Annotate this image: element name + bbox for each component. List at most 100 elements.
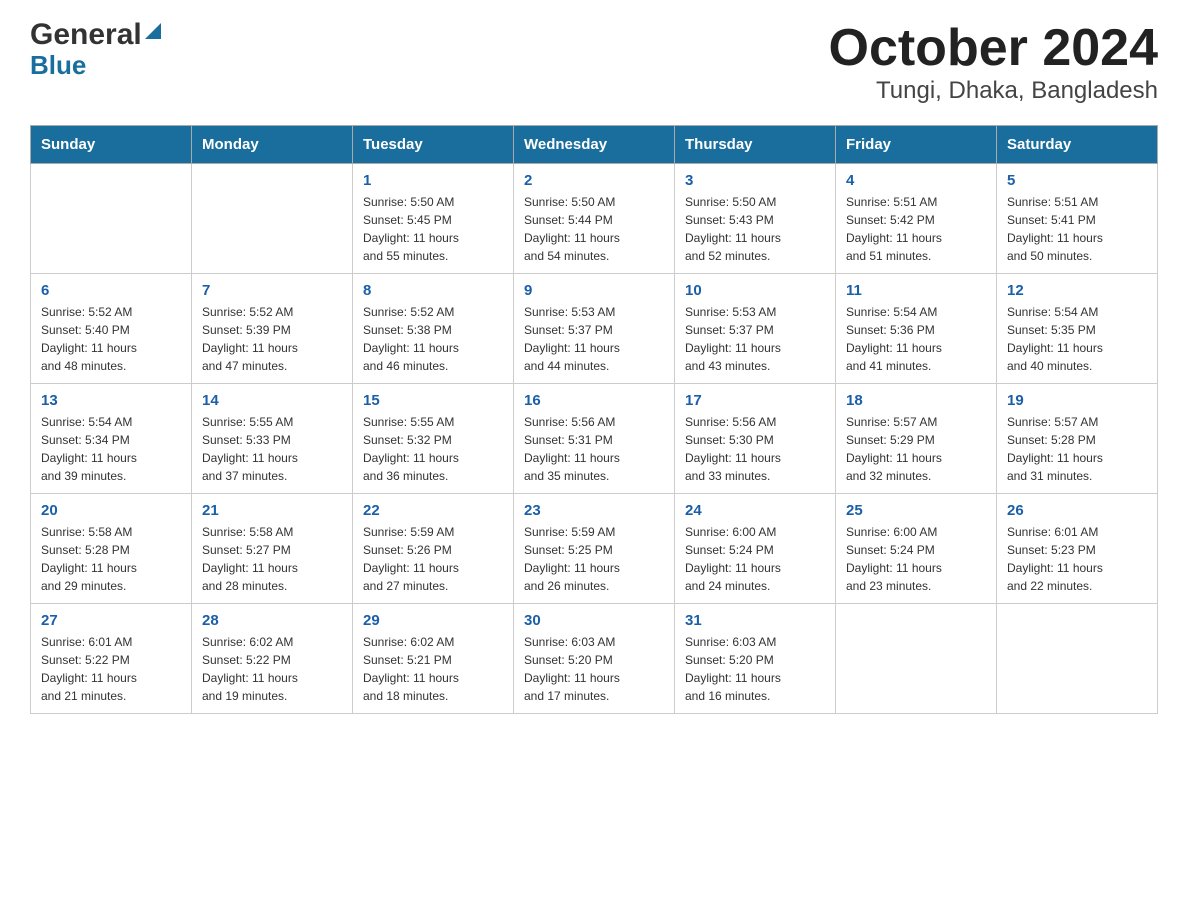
calendar-cell: 23 Sunrise: 5:59 AMSunset: 5:25 PMDayligh… bbox=[514, 494, 675, 604]
col-monday: Monday bbox=[192, 126, 353, 164]
calendar-cell: 10 Sunrise: 5:53 AMSunset: 5:37 PMDayligh… bbox=[675, 274, 836, 384]
calendar-cell bbox=[997, 604, 1158, 714]
calendar-cell: 1 Sunrise: 5:50 AMSunset: 5:45 PMDaylight… bbox=[353, 164, 514, 274]
day-info: Sunrise: 6:01 AMSunset: 5:22 PMDaylight:… bbox=[41, 633, 181, 705]
calendar-week-row: 6 Sunrise: 5:52 AMSunset: 5:40 PMDaylight… bbox=[31, 274, 1158, 384]
calendar-cell: 27Sunrise: 6:01 AMSunset: 5:22 PMDayligh… bbox=[31, 604, 192, 714]
col-wednesday: Wednesday bbox=[514, 126, 675, 164]
day-info: Sunrise: 6:02 AMSunset: 5:21 PMDaylight:… bbox=[363, 633, 503, 705]
col-sunday: Sunday bbox=[31, 126, 192, 164]
day-info: Sunrise: 6:03 AMSunset: 5:20 PMDaylight:… bbox=[685, 633, 825, 705]
day-number: 1 bbox=[363, 172, 503, 189]
day-number: 10 bbox=[685, 282, 825, 299]
calendar-header-row: Sunday Monday Tuesday Wednesday Thursday… bbox=[31, 126, 1158, 164]
calendar-cell: 30 Sunrise: 6:03 AMSunset: 5:20 PMDayligh… bbox=[514, 604, 675, 714]
day-number: 30 bbox=[524, 612, 664, 629]
day-number: 3 bbox=[685, 172, 825, 189]
day-number: 11 bbox=[846, 282, 986, 299]
calendar-cell: 29 Sunrise: 6:02 AMSunset: 5:21 PMDayligh… bbox=[353, 604, 514, 714]
calendar-cell bbox=[31, 164, 192, 274]
day-info: Sunrise: 6:01 AMSunset: 5:23 PMDaylight:… bbox=[1007, 523, 1147, 595]
day-number: 16 bbox=[524, 392, 664, 409]
day-number: 14 bbox=[202, 392, 342, 409]
calendar-cell: 8 Sunrise: 5:52 AMSunset: 5:38 PMDaylight… bbox=[353, 274, 514, 384]
day-info: Sunrise: 5:58 AMSunset: 5:27 PMDaylight:… bbox=[202, 523, 342, 595]
page-title: October 2024 bbox=[829, 20, 1159, 77]
calendar-week-row: 1 Sunrise: 5:50 AMSunset: 5:45 PMDaylight… bbox=[31, 164, 1158, 274]
col-saturday: Saturday bbox=[997, 126, 1158, 164]
day-number: 22 bbox=[363, 502, 503, 519]
day-info: Sunrise: 5:50 AMSunset: 5:43 PMDaylight:… bbox=[685, 193, 825, 265]
calendar-cell: 22 Sunrise: 5:59 AMSunset: 5:26 PMDayligh… bbox=[353, 494, 514, 604]
day-info: Sunrise: 5:55 AMSunset: 5:33 PMDaylight:… bbox=[202, 413, 342, 485]
day-number: 19 bbox=[1007, 392, 1147, 409]
day-number: 2 bbox=[524, 172, 664, 189]
day-number: 23 bbox=[524, 502, 664, 519]
calendar-cell: 3 Sunrise: 5:50 AMSunset: 5:43 PMDaylight… bbox=[675, 164, 836, 274]
calendar-cell: 18 Sunrise: 5:57 AMSunset: 5:29 PMDayligh… bbox=[836, 384, 997, 494]
col-thursday: Thursday bbox=[675, 126, 836, 164]
day-number: 21 bbox=[202, 502, 342, 519]
day-number: 29 bbox=[363, 612, 503, 629]
calendar-cell: 12 Sunrise: 5:54 AMSunset: 5:35 PMDayligh… bbox=[997, 274, 1158, 384]
calendar-cell: 15 Sunrise: 5:55 AMSunset: 5:32 PMDayligh… bbox=[353, 384, 514, 494]
day-number: 6 bbox=[41, 282, 181, 299]
day-info: Sunrise: 5:57 AMSunset: 5:29 PMDaylight:… bbox=[846, 413, 986, 485]
day-info: Sunrise: 5:51 AMSunset: 5:42 PMDaylight:… bbox=[846, 193, 986, 265]
calendar-cell: 9 Sunrise: 5:53 AMSunset: 5:37 PMDaylight… bbox=[514, 274, 675, 384]
page-header: General Blue October 2024 Tungi, Dhaka, … bbox=[30, 20, 1158, 105]
day-info: Sunrise: 5:58 AMSunset: 5:28 PMDaylight:… bbox=[41, 523, 181, 595]
calendar-table: Sunday Monday Tuesday Wednesday Thursday… bbox=[30, 125, 1158, 714]
logo-general-text: General bbox=[30, 20, 142, 50]
day-number: 26 bbox=[1007, 502, 1147, 519]
calendar-cell: 20 Sunrise: 5:58 AMSunset: 5:28 PMDayligh… bbox=[31, 494, 192, 604]
day-info: Sunrise: 5:50 AMSunset: 5:45 PMDaylight:… bbox=[363, 193, 503, 265]
day-info: Sunrise: 5:53 AMSunset: 5:37 PMDaylight:… bbox=[524, 303, 664, 375]
day-info: Sunrise: 5:54 AMSunset: 5:35 PMDaylight:… bbox=[1007, 303, 1147, 375]
day-number: 8 bbox=[363, 282, 503, 299]
day-number: 28 bbox=[202, 612, 342, 629]
calendar-week-row: 27Sunrise: 6:01 AMSunset: 5:22 PMDayligh… bbox=[31, 604, 1158, 714]
day-number: 17 bbox=[685, 392, 825, 409]
calendar-cell: 14 Sunrise: 5:55 AMSunset: 5:33 PMDayligh… bbox=[192, 384, 353, 494]
day-number: 15 bbox=[363, 392, 503, 409]
day-number: 12 bbox=[1007, 282, 1147, 299]
day-info: Sunrise: 5:53 AMSunset: 5:37 PMDaylight:… bbox=[685, 303, 825, 375]
logo-blue-text: Blue bbox=[30, 50, 86, 80]
calendar-cell: 6 Sunrise: 5:52 AMSunset: 5:40 PMDaylight… bbox=[31, 274, 192, 384]
calendar-week-row: 20 Sunrise: 5:58 AMSunset: 5:28 PMDayligh… bbox=[31, 494, 1158, 604]
day-number: 31 bbox=[685, 612, 825, 629]
calendar-cell: 16 Sunrise: 5:56 AMSunset: 5:31 PMDayligh… bbox=[514, 384, 675, 494]
day-info: Sunrise: 5:56 AMSunset: 5:30 PMDaylight:… bbox=[685, 413, 825, 485]
day-info: Sunrise: 5:59 AMSunset: 5:25 PMDaylight:… bbox=[524, 523, 664, 595]
calendar-week-row: 13Sunrise: 5:54 AMSunset: 5:34 PMDayligh… bbox=[31, 384, 1158, 494]
day-info: Sunrise: 6:03 AMSunset: 5:20 PMDaylight:… bbox=[524, 633, 664, 705]
day-info: Sunrise: 5:52 AMSunset: 5:39 PMDaylight:… bbox=[202, 303, 342, 375]
day-number: 20 bbox=[41, 502, 181, 519]
calendar-cell bbox=[836, 604, 997, 714]
calendar-cell: 19 Sunrise: 5:57 AMSunset: 5:28 PMDayligh… bbox=[997, 384, 1158, 494]
day-number: 25 bbox=[846, 502, 986, 519]
col-friday: Friday bbox=[836, 126, 997, 164]
day-info: Sunrise: 5:57 AMSunset: 5:28 PMDaylight:… bbox=[1007, 413, 1147, 485]
calendar-cell bbox=[192, 164, 353, 274]
day-info: Sunrise: 5:56 AMSunset: 5:31 PMDaylight:… bbox=[524, 413, 664, 485]
calendar-cell: 7Sunrise: 5:52 AMSunset: 5:39 PMDaylight… bbox=[192, 274, 353, 384]
day-number: 24 bbox=[685, 502, 825, 519]
calendar-cell: 28 Sunrise: 6:02 AMSunset: 5:22 PMDayligh… bbox=[192, 604, 353, 714]
calendar-cell: 11Sunrise: 5:54 AMSunset: 5:36 PMDayligh… bbox=[836, 274, 997, 384]
page-subtitle: Tungi, Dhaka, Bangladesh bbox=[829, 77, 1159, 105]
calendar-cell: 2 Sunrise: 5:50 AMSunset: 5:44 PMDaylight… bbox=[514, 164, 675, 274]
title-block: October 2024 Tungi, Dhaka, Bangladesh bbox=[829, 20, 1159, 105]
day-info: Sunrise: 6:02 AMSunset: 5:22 PMDaylight:… bbox=[202, 633, 342, 705]
day-info: Sunrise: 5:52 AMSunset: 5:40 PMDaylight:… bbox=[41, 303, 181, 375]
calendar-cell: 4Sunrise: 5:51 AMSunset: 5:42 PMDaylight… bbox=[836, 164, 997, 274]
day-info: Sunrise: 5:50 AMSunset: 5:44 PMDaylight:… bbox=[524, 193, 664, 265]
day-info: Sunrise: 5:55 AMSunset: 5:32 PMDaylight:… bbox=[363, 413, 503, 485]
day-info: Sunrise: 5:51 AMSunset: 5:41 PMDaylight:… bbox=[1007, 193, 1147, 265]
logo-arrow-icon bbox=[145, 23, 161, 39]
day-info: Sunrise: 5:52 AMSunset: 5:38 PMDaylight:… bbox=[363, 303, 503, 375]
day-info: Sunrise: 5:59 AMSunset: 5:26 PMDaylight:… bbox=[363, 523, 503, 595]
day-number: 9 bbox=[524, 282, 664, 299]
day-number: 18 bbox=[846, 392, 986, 409]
